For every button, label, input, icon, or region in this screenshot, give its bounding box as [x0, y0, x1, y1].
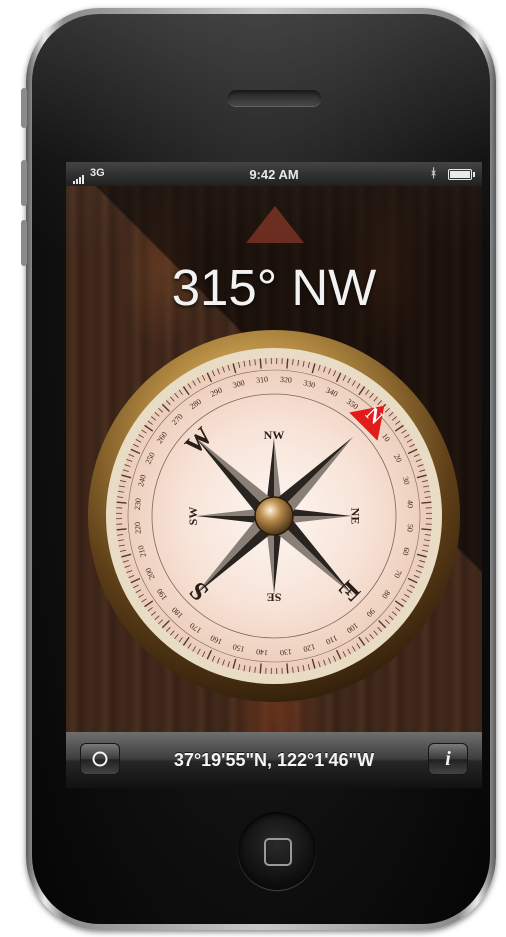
bluetooth-icon: ᚼ: [430, 166, 438, 180]
earpiece-speaker: [228, 90, 321, 106]
heading-marker-icon: [246, 206, 304, 243]
degree-label: 230: [133, 498, 143, 511]
location-button[interactable]: [80, 743, 120, 775]
info-button[interactable]: i: [428, 743, 468, 775]
home-square-icon: [264, 838, 292, 866]
compass-tick: [421, 501, 432, 504]
intercardinal-label: NW: [264, 428, 285, 442]
heading-readout: 315° NW: [171, 259, 377, 316]
bottom-toolbar: 37°19'55"N, 122°1'46"W i: [66, 732, 482, 788]
degree-label: 40: [405, 500, 415, 509]
compass-tick: [259, 358, 262, 369]
info-icon: i: [445, 747, 451, 770]
intercardinal-label: SE: [267, 590, 282, 604]
compass-tick: [421, 528, 432, 531]
intercardinal-label: NE: [348, 508, 362, 525]
compass-tick: [286, 663, 289, 674]
battery-icon: [448, 169, 475, 180]
compass-dial[interactable]: 0102030405060708090100110120130140150160…: [84, 326, 464, 706]
intercardinal-label: SW: [186, 507, 200, 526]
degree-label: 310: [256, 375, 269, 385]
compass-tick: [259, 663, 262, 674]
home-button[interactable]: [238, 812, 316, 890]
compass-hub: [254, 496, 294, 536]
screen: 3G 9:42 AM ᚼ 315° NW 10 20 30 40 50 60 7…: [66, 162, 482, 788]
ring-silent-switch: [21, 88, 27, 128]
coordinates-readout: 37°19'55"N, 122°1'46"W: [173, 750, 375, 770]
degree-label: 140: [256, 647, 269, 657]
compass-tick: [116, 528, 127, 531]
status-time: 9:42 AM: [249, 167, 299, 182]
compass-tick: [286, 358, 289, 369]
degree-label: 50: [405, 524, 415, 533]
degree-label: 320: [280, 375, 293, 385]
compass-tick: [116, 501, 127, 504]
degree-label: 220: [133, 522, 143, 535]
status-bar: 3G 9:42 AM ᚼ: [66, 162, 482, 186]
degree-label: 130: [280, 647, 293, 657]
location-icon: [92, 751, 108, 767]
volume-down-button: [21, 220, 27, 266]
volume-up-button: [21, 160, 27, 206]
